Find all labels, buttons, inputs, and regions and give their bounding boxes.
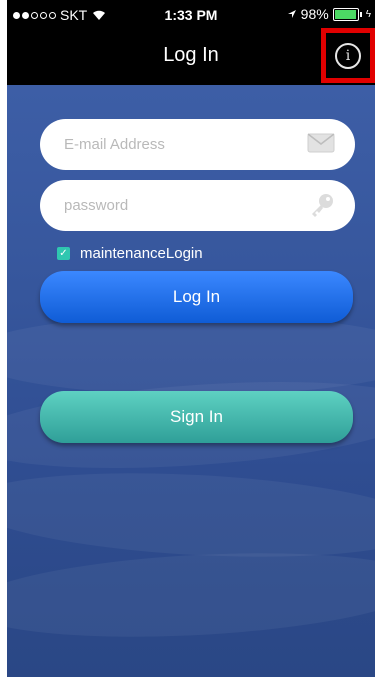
navigation-bar: Log In i [7,28,375,85]
background-wave [7,543,375,647]
email-field[interactable]: E-mail Address [40,119,355,170]
maintenance-login-checkbox[interactable]: ✓ [57,247,70,260]
status-bar: SKT 1:33 PM 98% ϟ [7,0,375,30]
status-right: 98% ϟ [287,6,371,22]
charging-icon: ϟ [365,8,371,20]
battery-percent: 98% [300,6,329,22]
info-icon: i [335,42,361,69]
login-button[interactable]: Log In [40,271,353,323]
battery-icon [332,7,359,21]
login-content: E-mail Address password ✓ maintenanceLog… [7,85,375,677]
info-button[interactable]: i [321,28,375,83]
password-placeholder: password [64,197,129,214]
page-title: Log In [163,44,219,66]
location-arrow-icon [287,10,296,18]
app-screen: SKT 1:33 PM 98% ϟ Log In i E-mail Addres… [7,0,375,677]
email-placeholder: E-mail Address [64,136,165,153]
mail-icon [307,133,335,153]
key-icon [312,194,333,217]
background-wave [7,463,375,567]
battery-tip [359,11,362,17]
maintenance-login-row[interactable]: ✓ maintenanceLogin [57,245,203,262]
password-field[interactable]: password [40,180,355,231]
maintenance-login-label: maintenanceLogin [80,245,203,262]
sign-in-button[interactable]: Sign In [40,391,353,443]
